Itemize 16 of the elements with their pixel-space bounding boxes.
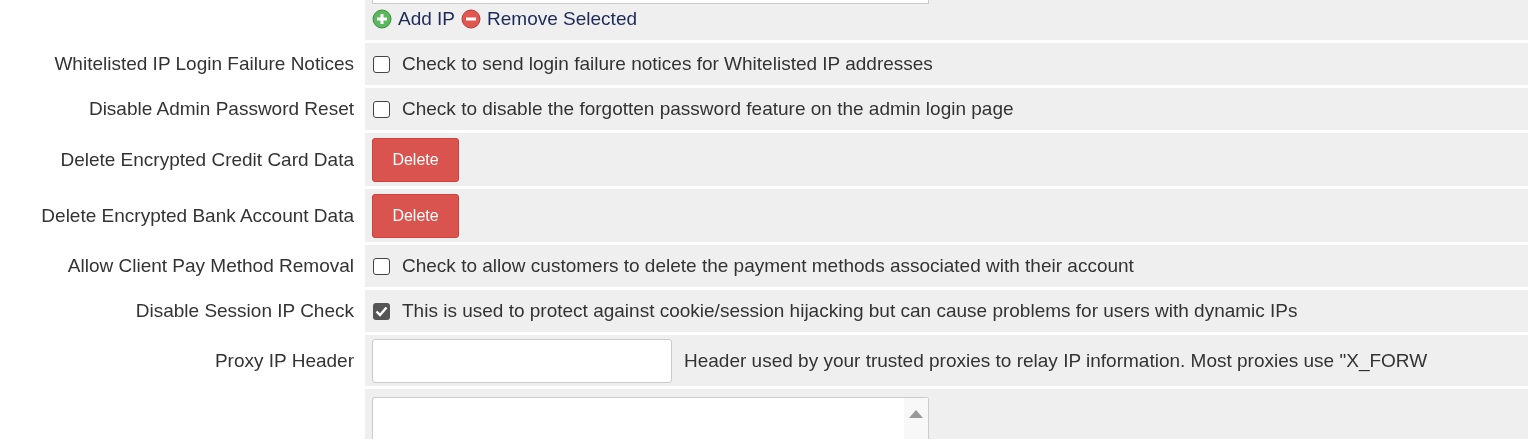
setting-description: Header used by your trusted proxies to relay IP information. Most proxies use "X_FORW <box>684 349 1428 372</box>
remove-selected-link[interactable]: Remove Selected <box>487 8 637 30</box>
add-ip-link[interactable]: Add IP <box>398 8 456 30</box>
delete-button[interactable]: Delete <box>372 193 459 238</box>
setting-description: Check to allow customers to delete the payment methods associated with their account <box>402 255 1134 277</box>
setting-description: Check to disable the forgotten password feature on the admin login page <box>402 98 1014 120</box>
setting-label: Disable Admin Password Reset <box>88 98 354 120</box>
setting-description: Check to send login failure notices for Whitelisted IP addresses <box>402 53 933 75</box>
setting-label: Disable Session IP Check <box>135 300 354 322</box>
delete-button[interactable]: Delete <box>372 137 459 182</box>
setting-label: Proxy IP Header <box>214 349 354 372</box>
setting-label: Whitelisted IP Login Failure Notices <box>54 53 354 75</box>
setting-description: This is used to protect against cookie/session hijacking but can cause problems for users with dynamic IPs <box>402 300 1298 322</box>
setting-label: Delete Encrypted Credit Card Data <box>60 148 354 171</box>
setting-label: Delete Encrypted Bank Account Data <box>41 204 354 227</box>
setting-label: Allow Client Pay Method Removal <box>67 255 354 277</box>
